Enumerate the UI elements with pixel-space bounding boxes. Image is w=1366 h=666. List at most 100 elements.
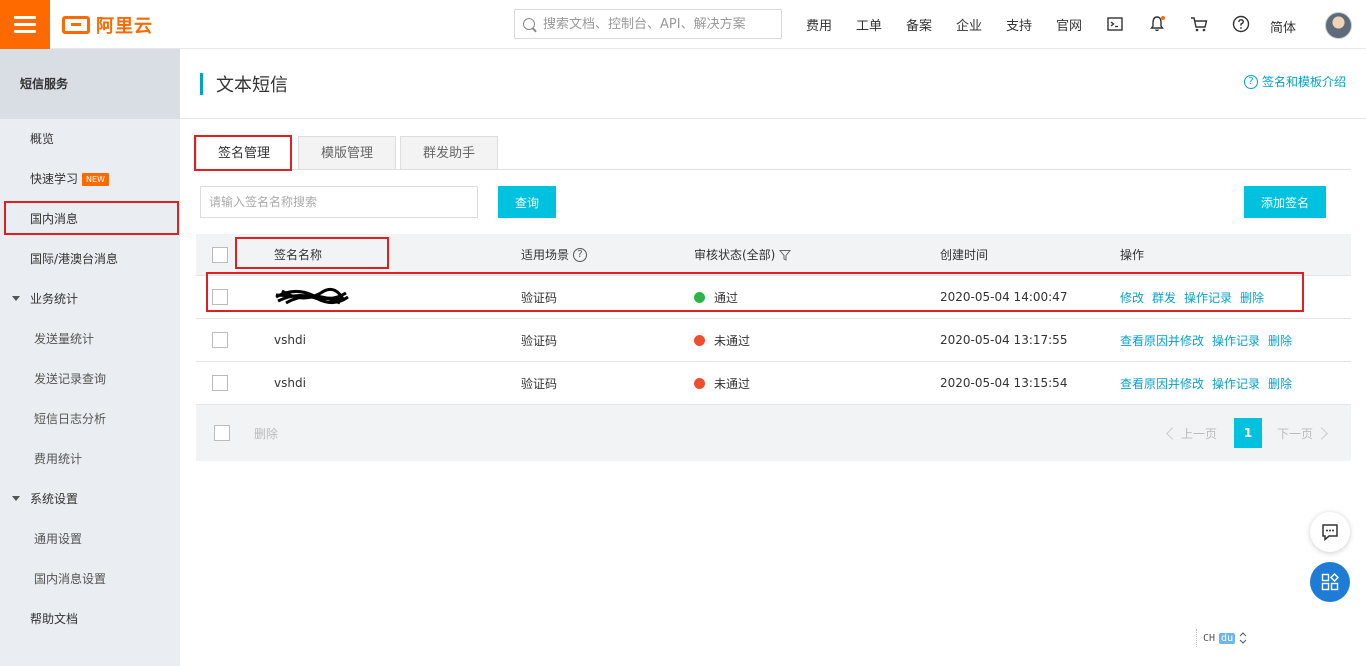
page-title: 文本短信 bbox=[216, 75, 288, 96]
select-all-checkbox[interactable] bbox=[212, 246, 228, 263]
nav-fees[interactable]: 费用 bbox=[794, 15, 844, 34]
row-checkbox[interactable] bbox=[212, 375, 228, 391]
sidebar-item-cost-stats[interactable]: 费用统计 bbox=[0, 439, 180, 479]
actions-cell: 查看原因并修改 操作记录 删除 bbox=[1120, 319, 1300, 361]
query-button[interactable]: 查询 bbox=[498, 186, 556, 218]
col-scene-label: 适用场景 bbox=[521, 248, 570, 262]
help-link-label: 签名和模板介绍 bbox=[1261, 75, 1346, 89]
filter-icon[interactable] bbox=[779, 249, 792, 261]
sidebar-item-international[interactable]: 国际/港澳台消息 bbox=[0, 239, 180, 279]
nav-icp[interactable]: 备案 bbox=[894, 15, 944, 34]
select-all-cell bbox=[212, 234, 228, 275]
delete-link[interactable]: 删除 bbox=[1240, 289, 1264, 306]
sidebar-item-overview[interactable]: 概览 bbox=[0, 119, 180, 159]
aliyun-logo[interactable]: 阿里云 bbox=[62, 13, 153, 37]
apps-button[interactable] bbox=[1310, 562, 1350, 602]
created-time-cell: 2020-05-04 14:00:47 bbox=[940, 290, 1068, 304]
signature-search-input[interactable] bbox=[200, 186, 478, 218]
status-label: 未通过 bbox=[714, 333, 751, 348]
tab-signature-management[interactable]: 签名管理 bbox=[196, 136, 292, 170]
signature-name: vshdi bbox=[274, 333, 306, 347]
page-1-button[interactable]: 1 bbox=[1234, 418, 1262, 448]
tab-template-management[interactable]: 模版管理 bbox=[298, 136, 396, 170]
chevron-right-icon bbox=[1315, 427, 1328, 440]
signature-name: vshdi bbox=[274, 376, 306, 390]
bulk-delete-button[interactable]: 删除 bbox=[254, 425, 278, 442]
next-page-button[interactable]: 下一页 bbox=[1277, 425, 1328, 442]
content-header: 文本短信 ? 签名和模板介绍 bbox=[180, 49, 1366, 119]
add-signature-button[interactable]: 添加签名 bbox=[1244, 186, 1326, 218]
sidebar-group-label: 业务统计 bbox=[30, 292, 79, 306]
top-bar: 阿里云 费用 工单 备案 企业 支持 官网 简体 bbox=[0, 0, 1366, 49]
actions-cell: 查看原因并修改 操作记录 删除 bbox=[1120, 362, 1300, 404]
sidebar-item-quick-learn[interactable]: 快速学习 NEW bbox=[0, 159, 180, 199]
sidebar-item-label: 费用统计 bbox=[34, 452, 83, 466]
scene-cell: 验证码 bbox=[521, 290, 558, 305]
terminal-icon[interactable] bbox=[1105, 14, 1125, 34]
sidebar-title: 短信服务 bbox=[0, 49, 180, 119]
edit-link[interactable]: 修改 bbox=[1120, 289, 1144, 306]
logo-text: 阿里云 bbox=[96, 16, 153, 37]
nav-tickets[interactable]: 工单 bbox=[844, 15, 894, 34]
question-circle-icon[interactable]: ? bbox=[573, 247, 588, 262]
table-row: vshdi 验证码 未通过 2020-05-04 13:15:54 查看原因并修… bbox=[196, 362, 1351, 405]
sidebar-item-label: 国际/港澳台消息 bbox=[30, 252, 119, 266]
prev-page-label: 上一页 bbox=[1181, 427, 1218, 441]
prev-page-button[interactable]: 上一页 bbox=[1166, 425, 1218, 442]
delete-link[interactable]: 删除 bbox=[1268, 332, 1292, 349]
sidebar-item-label: 短信日志分析 bbox=[34, 412, 107, 426]
help-icon[interactable] bbox=[1231, 14, 1251, 34]
status-dot-rejected bbox=[694, 377, 705, 389]
nav-official-site[interactable]: 官网 bbox=[1044, 15, 1094, 34]
sidebar-item-help-docs[interactable]: 帮助文档 bbox=[0, 599, 180, 639]
sidebar-item-log-analysis[interactable]: 短信日志分析 bbox=[0, 399, 180, 439]
redaction-scribble bbox=[275, 287, 349, 305]
nav-support[interactable]: 支持 bbox=[994, 15, 1044, 34]
caret-down-icon bbox=[12, 296, 20, 301]
view-reason-edit-link[interactable]: 查看原因并修改 bbox=[1120, 332, 1204, 349]
nav-enterprise[interactable]: 企业 bbox=[944, 15, 994, 34]
tab-bulk-send-assistant[interactable]: 群发助手 bbox=[400, 136, 498, 170]
bell-icon[interactable] bbox=[1147, 14, 1167, 34]
sidebar-group-stats[interactable]: 业务统计 bbox=[0, 279, 180, 319]
scene-cell: 验证码 bbox=[521, 376, 558, 391]
sidebar-item-label: 概览 bbox=[30, 132, 55, 146]
table-row: 验证码 通过 2020-05-04 14:00:47 修改 群发 操作记录 删除 bbox=[196, 276, 1351, 319]
sidebar-item-general-settings[interactable]: 通用设置 bbox=[0, 519, 180, 559]
status-cell: 未通过 bbox=[694, 319, 750, 361]
col-scene: 适用场景 ? bbox=[521, 234, 588, 275]
global-search-input[interactable] bbox=[543, 16, 773, 32]
table-header: 签名名称 适用场景 ? 审核状态(全部) 创建时间 操作 bbox=[196, 234, 1351, 276]
sidebar-group-settings[interactable]: 系统设置 bbox=[0, 479, 180, 519]
sidebar-group-label: 系统设置 bbox=[30, 492, 79, 506]
row-checkbox[interactable] bbox=[212, 332, 228, 348]
user-avatar[interactable] bbox=[1325, 12, 1352, 39]
hamburger-menu-icon[interactable] bbox=[0, 0, 50, 49]
row-checkbox[interactable] bbox=[212, 289, 228, 305]
chat-support-button[interactable] bbox=[1310, 512, 1350, 552]
chevron-left-icon bbox=[1166, 427, 1179, 440]
view-reason-edit-link[interactable]: 查看原因并修改 bbox=[1120, 375, 1204, 392]
bulk-send-link[interactable]: 群发 bbox=[1152, 289, 1176, 306]
status-label: 通过 bbox=[714, 290, 739, 305]
cart-icon[interactable] bbox=[1189, 14, 1209, 34]
footer-select-all-checkbox[interactable] bbox=[214, 425, 230, 441]
operation-log-link[interactable]: 操作记录 bbox=[1212, 375, 1260, 392]
delete-link[interactable]: 删除 bbox=[1268, 375, 1292, 392]
sidebar-item-domestic-settings[interactable]: 国内消息设置 bbox=[0, 559, 180, 599]
language-switch[interactable]: 简体 bbox=[1270, 17, 1296, 36]
sidebar-item-send-records[interactable]: 发送记录查询 bbox=[0, 359, 180, 399]
ime-indicator[interactable]: CH du bbox=[1196, 629, 1247, 647]
col-actions: 操作 bbox=[1120, 248, 1145, 262]
operation-log-link[interactable]: 操作记录 bbox=[1184, 289, 1232, 306]
col-signature-name: 签名名称 bbox=[274, 248, 323, 262]
sidebar-item-label: 发送记录查询 bbox=[34, 372, 107, 386]
sidebar-item-send-stats[interactable]: 发送量统计 bbox=[0, 319, 180, 359]
col-status-label: 审核状态(全部) bbox=[694, 248, 776, 262]
ime-mode-label: CH bbox=[1203, 632, 1216, 644]
sidebar-item-domestic[interactable]: 国内消息 bbox=[0, 199, 180, 239]
global-search[interactable] bbox=[514, 9, 782, 39]
signature-template-help-link[interactable]: ? 签名和模板介绍 bbox=[1243, 73, 1346, 90]
operation-log-link[interactable]: 操作记录 bbox=[1212, 332, 1260, 349]
status-dot-rejected bbox=[694, 334, 705, 346]
